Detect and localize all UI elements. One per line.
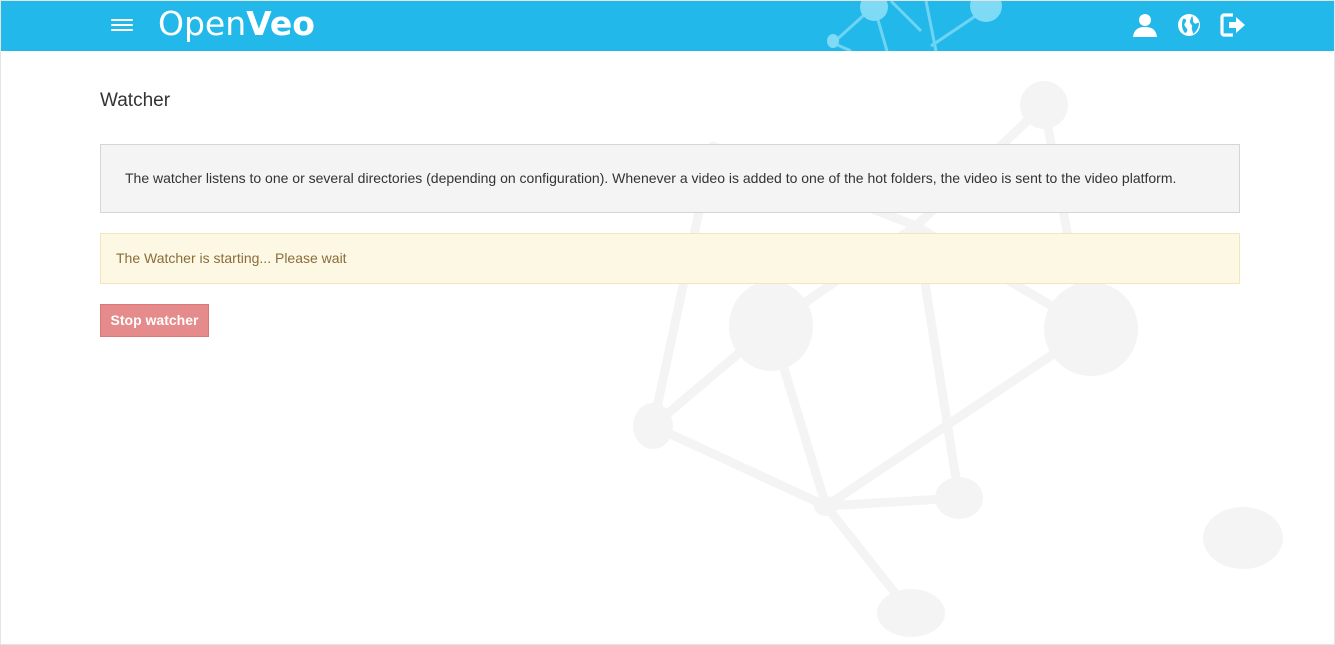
page: OpenVeo Watcher The watcher listens to o… [0,0,1335,645]
watcher-status-text: The Watcher is starting... Please wait [116,250,347,266]
page-title: Watcher [100,90,171,111]
watcher-description-box: The watcher listens to one or several di… [100,144,1240,213]
logo-text-open: Open [158,4,247,43]
logo-text-veo: Veo [246,4,315,43]
user-icon[interactable] [1131,11,1159,39]
watcher-status-alert: The Watcher is starting... Please wait [100,233,1240,284]
openveo-logo[interactable]: OpenVeo [158,4,315,44]
hamburger-menu-icon[interactable] [109,15,135,37]
watcher-description-text: The watcher listens to one or several di… [125,170,1177,186]
background-network-decoration [633,81,1283,637]
logout-icon[interactable] [1219,11,1247,39]
globe-icon[interactable] [1175,11,1203,39]
stop-watcher-button[interactable]: Stop watcher [100,304,209,337]
top-navbar: OpenVeo [1,1,1334,51]
